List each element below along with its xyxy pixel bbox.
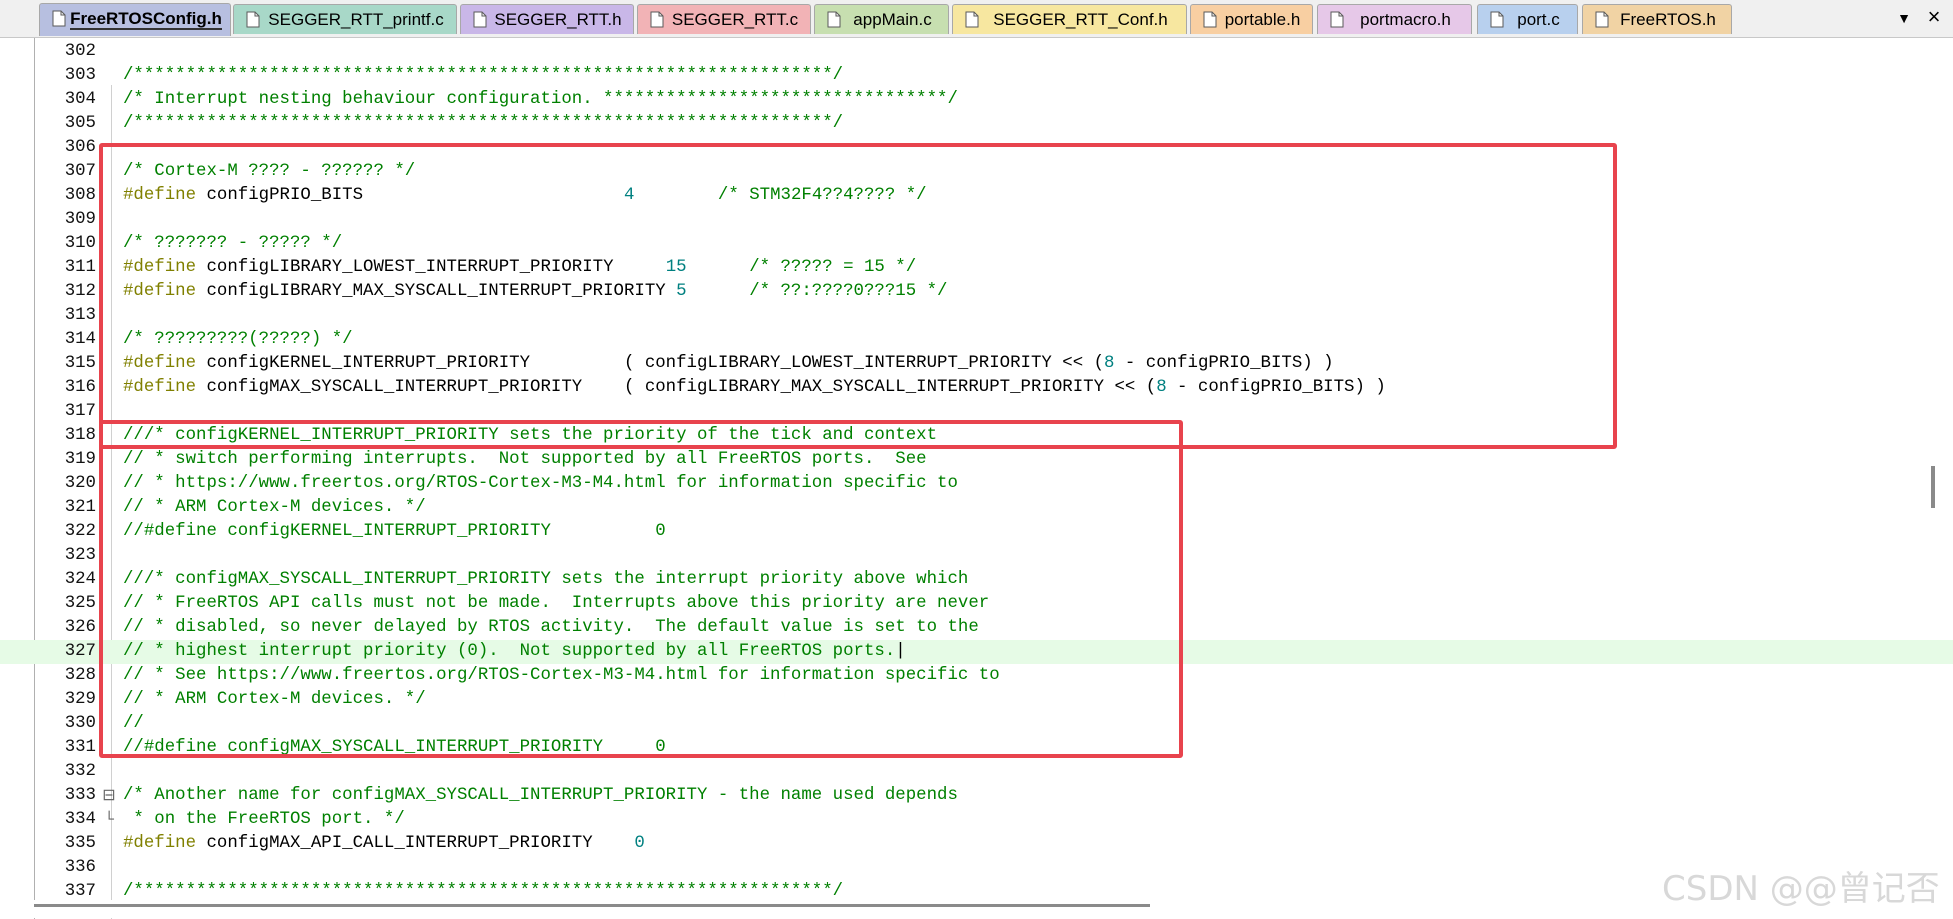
code-text: * on the FreeRTOS port. */ xyxy=(123,808,405,832)
tab-bar: FreeRTOSConfig.h SEGGER_RTT_printf.c SEGGE… xyxy=(0,0,1953,37)
tab-segger-rtt-printf-c[interactable]: SEGGER_RTT_printf.c xyxy=(233,4,457,34)
line-number: 308 xyxy=(64,186,96,205)
highlight-box-priority-defines xyxy=(99,143,1617,449)
watermark: CSDN @@曾记否 xyxy=(1662,869,1940,909)
fold-toggle-icon[interactable]: └ xyxy=(102,808,116,832)
fold-toggle-icon[interactable]: ⊟ xyxy=(102,784,116,808)
line-number: 326 xyxy=(64,618,96,637)
horizontal-scrollbar[interactable] xyxy=(0,900,1953,918)
code-token: /* Interrupt nesting behaviour configura… xyxy=(123,90,958,109)
code-text: /* Another name for configMAX_SYSCALL_IN… xyxy=(123,784,958,808)
code-token: /***************************************… xyxy=(123,66,844,85)
code-line-334[interactable]: 334 └ * on the FreeRTOS port. */ xyxy=(0,808,1953,832)
code-text: /***************************************… xyxy=(123,64,843,88)
line-number: 313 xyxy=(64,306,96,325)
tab-port-c[interactable]: port.c xyxy=(1477,4,1578,34)
tab-list-dropdown-icon[interactable]: ▼ xyxy=(1894,6,1914,30)
code-line-303[interactable]: 303 /************************************… xyxy=(0,64,1953,88)
tab-appmain-c[interactable]: appMain.c xyxy=(814,4,949,34)
tab-label: port.c xyxy=(1517,10,1560,29)
line-number: 332 xyxy=(64,762,96,781)
line-number: 319 xyxy=(64,450,96,469)
tab-label: SEGGER_RTT_printf.c xyxy=(268,10,444,29)
tab-label: FreeRTOSConfig.h xyxy=(70,9,222,30)
line-number: 316 xyxy=(64,378,96,397)
line-number: 323 xyxy=(64,546,96,565)
line-number: 304 xyxy=(64,90,96,109)
tab-portmacro-h[interactable]: portmacro.h xyxy=(1317,4,1472,34)
line-number: 306 xyxy=(64,138,96,157)
line-number: 324 xyxy=(64,570,96,589)
tab-portable-h[interactable]: portable.h xyxy=(1190,4,1313,34)
line-number: 320 xyxy=(64,474,96,493)
line-number: 321 xyxy=(64,498,96,517)
line-number: 335 xyxy=(64,834,96,853)
tab-label: appMain.c xyxy=(853,10,932,29)
horizontal-scrollbar-thumb[interactable] xyxy=(34,904,1150,907)
highlight-box-commented-defaults xyxy=(99,420,1183,758)
tab-label: SEGGER_RTT.c xyxy=(671,10,799,29)
line-number: 317 xyxy=(64,402,96,421)
close-tab-icon[interactable]: × xyxy=(1922,4,1946,30)
line-number: 309 xyxy=(64,210,96,229)
code-line-304[interactable]: 304 /* Interrupt nesting behaviour config… xyxy=(0,88,1953,112)
code-token: 0 xyxy=(634,834,645,853)
tab-label: SEGGER_RTT.h xyxy=(494,10,622,29)
code-text: /* Interrupt nesting behaviour configura… xyxy=(123,88,958,112)
code-token: #define xyxy=(123,834,197,853)
line-number: 312 xyxy=(64,282,96,301)
code-line-305[interactable]: 305 /************************************… xyxy=(0,112,1953,136)
line-number: 311 xyxy=(64,258,96,277)
code-token: configMAX_API_CALL_INTERRUPT_PRIORITY xyxy=(196,834,635,853)
line-number: 305 xyxy=(64,114,96,133)
line-number: 314 xyxy=(64,330,96,349)
line-number: 327 xyxy=(64,642,96,661)
line-number: 329 xyxy=(64,690,96,709)
code-line-333[interactable]: 333 ⊟ /* Another name for configMAX_SYSCAL… xyxy=(0,784,1953,808)
line-number: 334 xyxy=(64,810,96,829)
line-number: 330 xyxy=(64,714,96,733)
tab-label: SEGGER_RTT_Conf.h xyxy=(993,10,1168,29)
line-number: 336 xyxy=(64,858,96,877)
vertical-scrollbar-thumb[interactable] xyxy=(1931,466,1935,508)
code-line-302[interactable]: 302 xyxy=(0,40,1953,64)
tab-label: portmacro.h xyxy=(1360,10,1451,29)
tab-label: portable.h xyxy=(1224,10,1301,29)
code-token: /* Another name for configMAX_SYSCALL_IN… xyxy=(123,786,958,805)
tab-segger-rtt-h[interactable]: SEGGER_RTT.h xyxy=(460,4,634,34)
code-text: #define configMAX_API_CALL_INTERRUPT_PRI… xyxy=(123,832,645,856)
line-number: 302 xyxy=(64,42,96,61)
line-number: 315 xyxy=(64,354,96,373)
line-number: 303 xyxy=(64,66,96,85)
code-text: /***************************************… xyxy=(123,112,843,136)
line-number: 318 xyxy=(64,426,96,445)
line-number: 333 xyxy=(64,786,96,805)
tab-label: FreeRTOS.h xyxy=(1620,10,1716,29)
code-token: * on the FreeRTOS port. */ xyxy=(123,810,405,829)
line-number: 331 xyxy=(64,738,96,757)
line-number: 328 xyxy=(64,666,96,685)
code-line-335[interactable]: 335 #define configMAX_API_CALL_INTERRUPT_… xyxy=(0,832,1953,856)
code-line-332[interactable]: 332 xyxy=(0,760,1953,784)
tab-freertosconfig-h[interactable]: FreeRTOSConfig.h xyxy=(39,3,231,36)
tab-segger-rtt-conf-h[interactable]: SEGGER_RTT_Conf.h xyxy=(952,4,1187,34)
tab-freertos-h[interactable]: FreeRTOS.h xyxy=(1582,4,1732,34)
tab-segger-rtt-c[interactable]: SEGGER_RTT.c xyxy=(637,4,811,34)
code-token: /***************************************… xyxy=(123,114,844,133)
code-token: /***************************************… xyxy=(123,882,844,901)
code-line-336[interactable]: 336 xyxy=(0,856,1953,880)
line-number: 310 xyxy=(64,234,96,253)
line-number: 325 xyxy=(64,594,96,613)
line-number: 307 xyxy=(64,162,96,181)
code-editor[interactable]: 302 303 /*********************************… xyxy=(0,37,1953,919)
line-number: 322 xyxy=(64,522,96,541)
